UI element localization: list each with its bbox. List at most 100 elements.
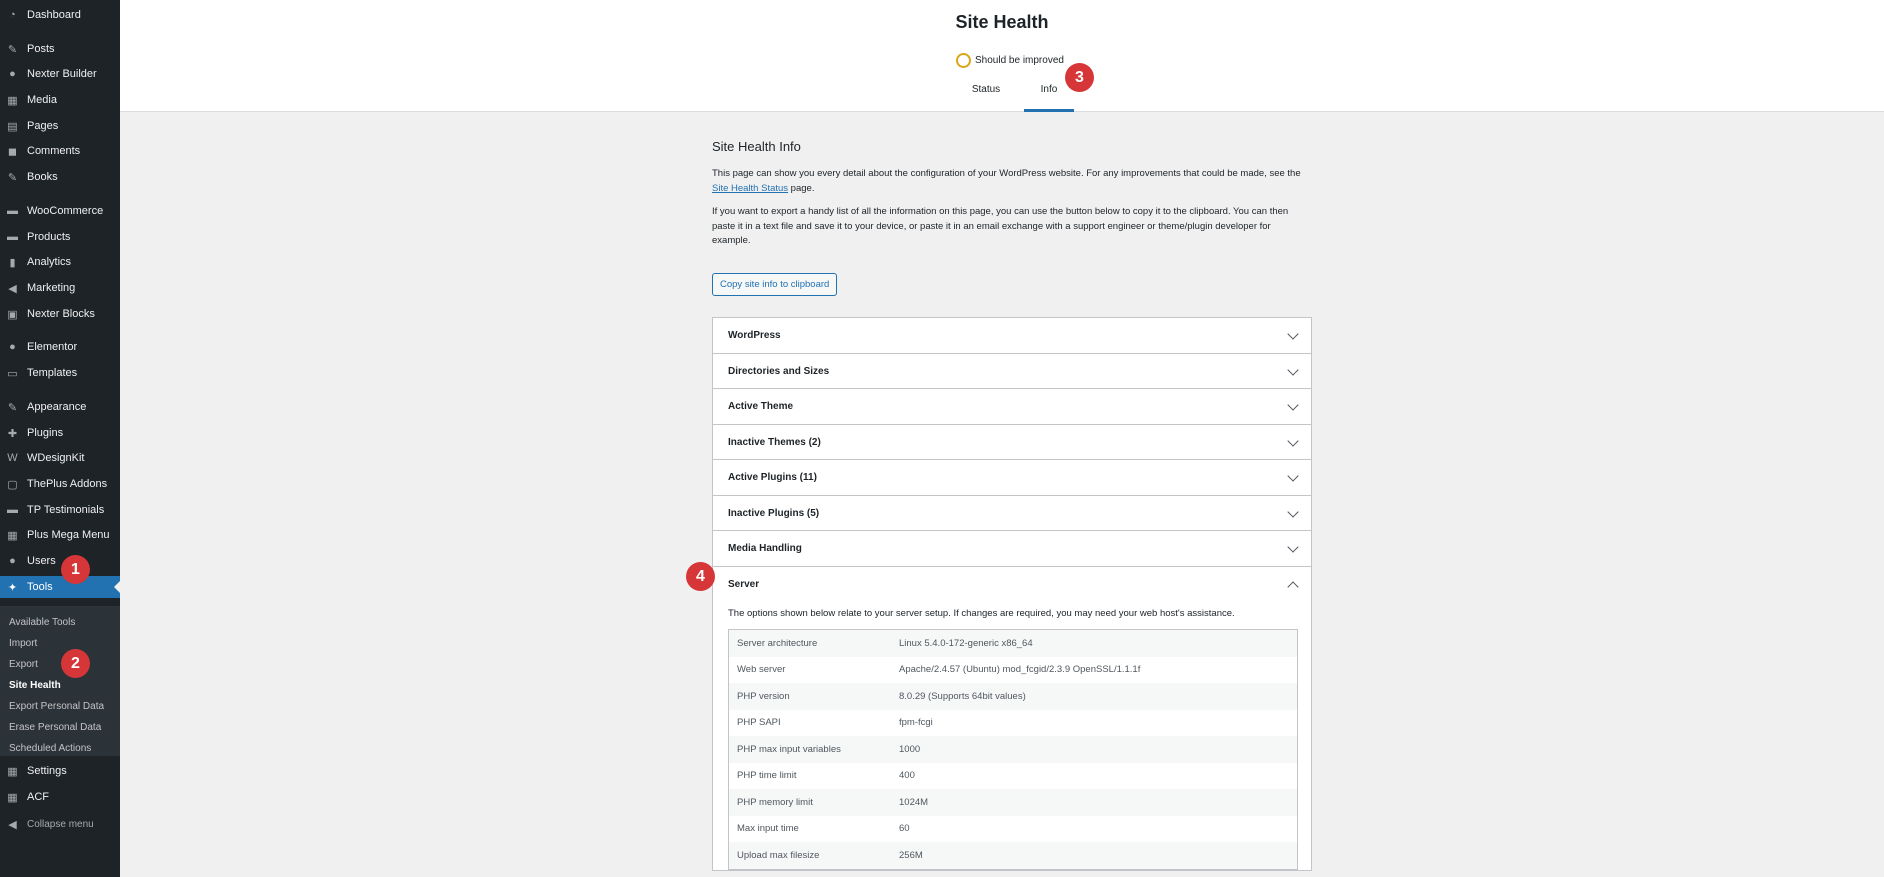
chevron-down-icon [1287, 505, 1299, 518]
accordion-section-active-theme[interactable]: Active Theme [713, 389, 1311, 425]
copy-site-info-button[interactable]: Copy site info to clipboard [712, 272, 838, 296]
site-health-status-link[interactable]: Site Health Status [712, 183, 788, 194]
row-value: fpm-fcgi [899, 717, 933, 729]
elementor-icon: ● [9, 341, 16, 353]
submenu-item-scheduled-actions[interactable]: Scheduled Actions [9, 742, 91, 756]
accordion-section-media-handling[interactable]: Media Handling [713, 531, 1311, 567]
sidebar-item-label: Media [27, 94, 57, 106]
sidebar-item-posts[interactable]: ✎ Posts [0, 38, 120, 60]
submenu-item-available-tools[interactable]: Available Tools [9, 616, 75, 630]
settings-icon: ▦ [7, 765, 18, 778]
sidebar-item-dashboard[interactable]: ◔ Dashboard [0, 4, 120, 26]
sidebar-item-woocommerce[interactable]: ▬ WooCommerce [0, 200, 120, 222]
acf-icon: ▦ [7, 791, 18, 804]
table-row: Web server Apache/2.4.57 (Ubuntu) mod_fcg… [729, 657, 1297, 684]
table-row: Server architecture Linux 5.4.0-172-gener… [729, 630, 1297, 657]
accordion-section-server[interactable]: Server [713, 567, 1311, 603]
page-header: Site Health Should be improved Status In… [120, 0, 1884, 112]
table-row: PHP version 8.0.29 (Supports 64bit values… [729, 683, 1297, 710]
sidebar-item-tools[interactable]: ✦ Tools [0, 576, 120, 598]
accordion-section-directories-and-sizes[interactable]: Directories and Sizes [713, 354, 1311, 389]
sidebar-item-label: Plus Mega Menu [27, 529, 110, 541]
submenu-item-export-personal-data[interactable]: Export Personal Data [9, 700, 104, 714]
info-heading: Site Health Info [712, 139, 801, 154]
sidebar-item-label: TP Testimonials [27, 504, 105, 516]
accordion-section-active-plugins-11[interactable]: Active Plugins (11) [713, 460, 1311, 496]
sidebar-item-theplus-addons[interactable]: ▢ ThePlus Addons [0, 473, 120, 495]
row-value: 256M [899, 849, 923, 861]
sidebar-item-comments[interactable]: ◼ Comments [0, 140, 120, 162]
archive-icon: ▬ [7, 231, 18, 243]
tab-status[interactable]: Status [959, 84, 1013, 112]
chevron-up-icon [1287, 580, 1299, 593]
sidebar-item-media[interactable]: ▦ Media [0, 89, 120, 111]
sidebar-item-label: Tools [27, 581, 53, 593]
pin-icon: ✎ [7, 43, 18, 56]
sidebar-item-label: Nexter Blocks [27, 308, 95, 320]
row-label: Server architecture [737, 637, 818, 649]
testimonial-icon: ▬ [7, 504, 18, 516]
site-health-info-content: Site Health Info This page can show you … [712, 130, 1312, 296]
table-row: PHP max input variables 1000 [729, 736, 1297, 763]
sidebar-item-products[interactable]: ▬ Products [0, 226, 120, 248]
sidebar-item-settings[interactable]: ▦ Settings [0, 760, 120, 782]
row-label: Max input time [737, 823, 799, 835]
callout-3: 3 [1065, 63, 1094, 92]
sidebar-item-marketing[interactable]: ◀ Marketing [0, 277, 120, 299]
server-description: The options shown below relate to your s… [728, 608, 1235, 619]
dashboard-icon: ◔ [9, 9, 16, 21]
sidebar-item-books[interactable]: ✎ Books [0, 166, 120, 188]
collapse-icon: ◀ [8, 818, 17, 831]
server-panel: The options shown below relate to your s… [713, 602, 1311, 870]
accordion-title: Server [728, 578, 760, 590]
info-intro: This page can show you every detail abou… [712, 168, 1301, 194]
sidebar-item-pages[interactable]: ▤ Pages [0, 115, 120, 137]
submenu-item-erase-personal-data[interactable]: Erase Personal Data [9, 721, 101, 735]
accordion-title: Media Handling [728, 543, 802, 554]
row-value: Apache/2.4.57 (Ubuntu) mod_fcgid/2.3.9 O… [899, 664, 1141, 676]
table-row: Upload max filesize 256M [729, 842, 1297, 869]
collapse-menu-button[interactable]: ◀ Collapse menu [0, 813, 120, 835]
tab-info[interactable]: Info [1024, 84, 1074, 112]
sidebar-item-appearance[interactable]: ✎ Appearance [0, 396, 120, 418]
sidebar-item-label: Users [27, 555, 56, 567]
sidebar-item-users[interactable]: ● Users [0, 550, 120, 572]
submenu-item-site-health[interactable]: Site Health [9, 679, 61, 693]
accordion-section-inactive-themes-2[interactable]: Inactive Themes (2) [713, 425, 1311, 460]
sidebar-item-acf[interactable]: ▦ ACF [0, 786, 120, 808]
row-label: Web server [737, 664, 786, 676]
sidebar-item-plugins[interactable]: ✚ Plugins [0, 422, 120, 444]
sidebar-item-label: WooCommerce [27, 205, 104, 217]
sidebar-item-label: ThePlus Addons [27, 478, 108, 490]
table-row: Max input time 60 [729, 816, 1297, 843]
collapse-label: Collapse menu [27, 818, 94, 830]
pin-icon: ✎ [7, 171, 18, 184]
sidebar-item-wdesignkit[interactable]: W WDesignKit [0, 447, 120, 469]
megaphone-icon: ◀ [8, 282, 17, 295]
table-row: PHP memory limit 1024M [729, 789, 1297, 816]
sidebar-item-analytics[interactable]: ▮ Analytics [0, 251, 120, 273]
block-icon: ▣ [7, 308, 18, 321]
sidebar-item-elementor[interactable]: ● Elementor [0, 336, 120, 358]
brush-icon: ✎ [7, 401, 18, 414]
accordion-section-inactive-plugins-5[interactable]: Inactive Plugins (5) [713, 496, 1311, 531]
health-status: Should be improved [956, 53, 1064, 68]
sidebar-item-plus-mega-menu[interactable]: ▦ Plus Mega Menu [0, 524, 120, 546]
accordion-section-wordpress[interactable]: WordPress [713, 318, 1311, 354]
chevron-down-icon [1287, 363, 1299, 376]
active-menu-arrow [114, 581, 120, 593]
sidebar-item-templates[interactable]: ▭ Templates [0, 362, 120, 384]
sidebar-item-label: Comments [27, 145, 81, 157]
sidebar-item-label: Marketing [27, 282, 76, 294]
sidebar-item-label: Settings [27, 765, 67, 777]
accordion-title: Active Plugins (11) [728, 472, 817, 483]
sidebar-item-label: Posts [27, 43, 55, 55]
submenu-item-export[interactable]: Export [9, 658, 38, 672]
submenu-item-import[interactable]: Import [9, 637, 37, 651]
sidebar-item-tp-testimonials[interactable]: ▬ TP Testimonials [0, 499, 120, 521]
sidebar-item-label: Elementor [27, 341, 78, 353]
sidebar-item-nexter-builder[interactable]: ● Nexter Builder [0, 63, 120, 85]
media-icon: ▦ [7, 94, 18, 107]
row-label: PHP SAPI [737, 717, 781, 729]
sidebar-item-nexter-blocks[interactable]: ▣ Nexter Blocks [0, 303, 120, 325]
